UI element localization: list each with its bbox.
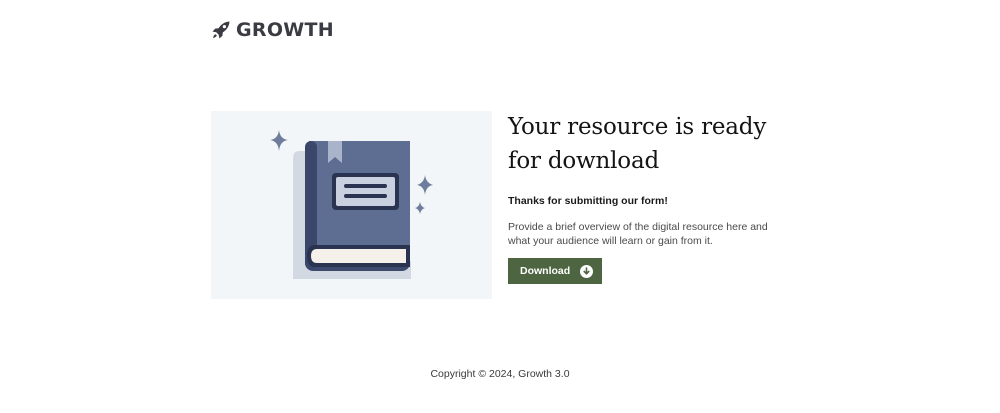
- thank-you-message: Thanks for submitting our form!: [508, 195, 668, 207]
- resource-description: Provide a brief overview of the digital …: [508, 221, 768, 247]
- download-button-label: Download: [520, 265, 571, 277]
- book-icon: [270, 130, 433, 279]
- page: GROWTH Your resource is ready for downlo…: [0, 0, 1000, 413]
- rocket-icon: [211, 20, 231, 40]
- logo[interactable]: GROWTH: [211, 18, 334, 42]
- download-arrow-icon: [580, 264, 594, 278]
- download-button[interactable]: Download: [508, 258, 602, 284]
- hero-illustration: [211, 111, 492, 299]
- page-title: Your resource is ready for download: [508, 114, 767, 174]
- content-panel: Your resource is ready for download Than…: [508, 110, 798, 284]
- footer-copyright: Copyright © 2024, Growth 3.0: [430, 368, 570, 380]
- logo-text: GROWTH: [236, 19, 334, 41]
